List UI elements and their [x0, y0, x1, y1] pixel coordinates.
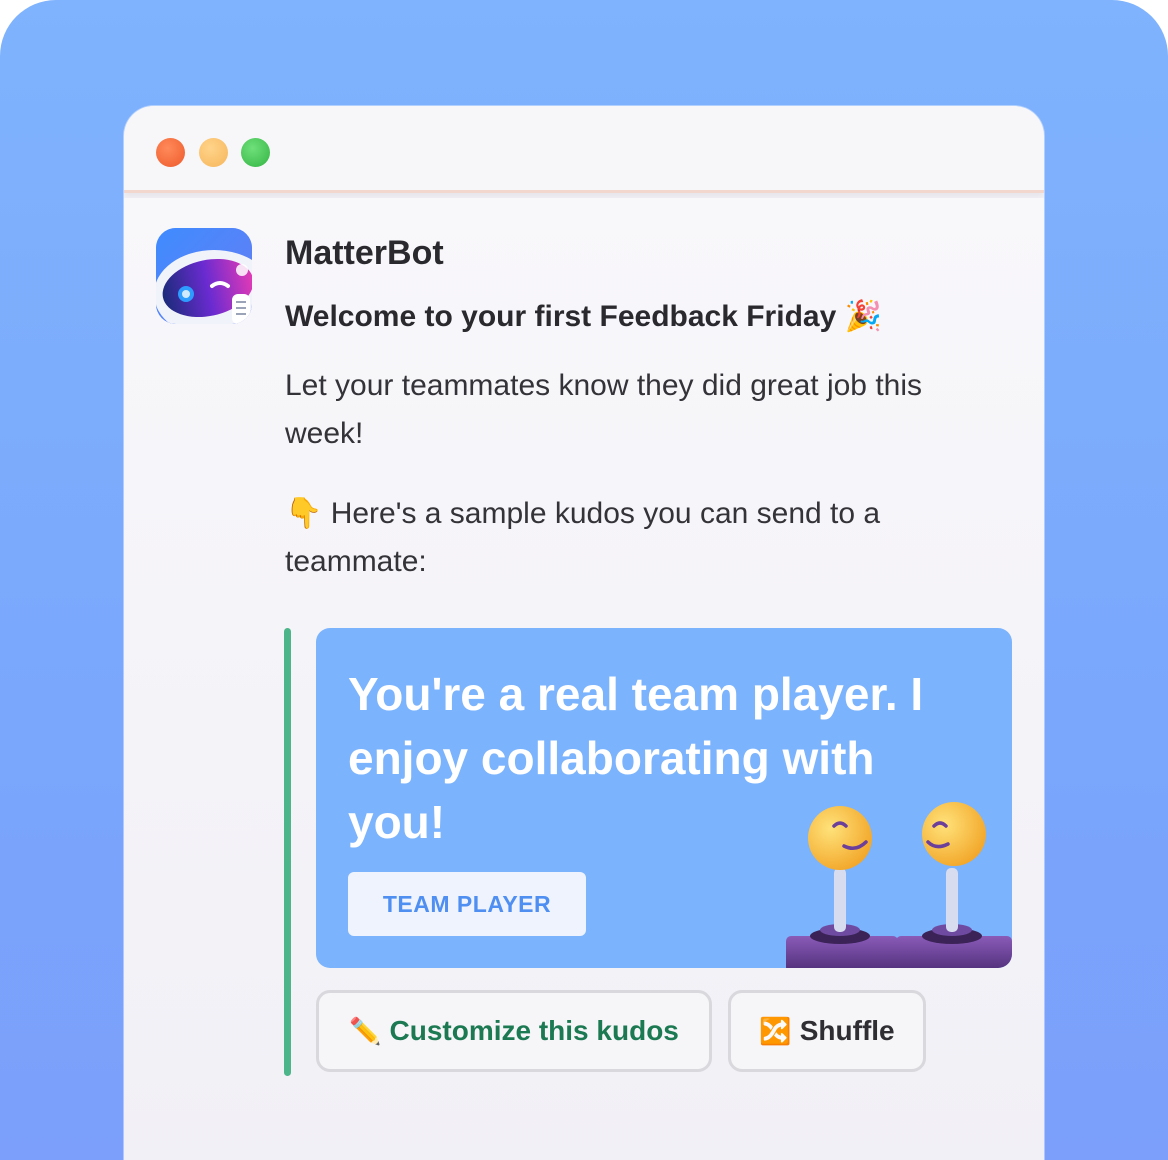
- bot-avatar[interactable]: [156, 228, 252, 324]
- chat-window: MatterBot Welcome to your first Feedback…: [124, 106, 1044, 1160]
- close-window-button[interactable]: [156, 138, 185, 167]
- kudos-tag: TEAM PLAYER: [348, 872, 586, 936]
- welcome-text: Welcome to your first Feedback Friday: [285, 300, 837, 333]
- customize-label: Customize this kudos: [389, 1015, 679, 1046]
- shuffle-label: Shuffle: [799, 1015, 895, 1046]
- shuffle-button[interactable]: 🔀 Shuffle: [728, 990, 926, 1072]
- intro-paragraph: Let your teammates know they did great j…: [285, 369, 923, 450]
- message-area: MatterBot Welcome to your first Feedback…: [124, 198, 1044, 1160]
- welcome-heading: Welcome to your first Feedback Friday 🎉: [285, 299, 882, 334]
- customize-kudos-button[interactable]: ✏️ Customize this kudos: [316, 990, 712, 1072]
- window-titlebar: [124, 106, 1044, 193]
- joysticks-illustration-icon: [786, 802, 1012, 968]
- maximize-window-button[interactable]: [241, 138, 270, 167]
- sample-paragraph: 👇 Here's a sample kudos you can send to …: [285, 490, 1005, 586]
- sample-text: Here's a sample kudos you can send to a …: [285, 497, 881, 578]
- party-popper-icon: 🎉: [844, 300, 882, 333]
- robot-avatar-icon: [156, 228, 252, 324]
- minimize-window-button[interactable]: [199, 138, 228, 167]
- pencil-icon: ✏️: [349, 1015, 382, 1046]
- attachment-accent-bar: [284, 628, 291, 1076]
- bot-name[interactable]: MatterBot: [285, 234, 444, 273]
- app-frame: MatterBot Welcome to your first Feedback…: [0, 0, 1168, 1160]
- pointing-down-icon: 👇: [285, 497, 323, 530]
- kudos-card: You're a real team player. I enjoy colla…: [316, 628, 1012, 968]
- shuffle-icon: 🔀: [759, 1015, 792, 1046]
